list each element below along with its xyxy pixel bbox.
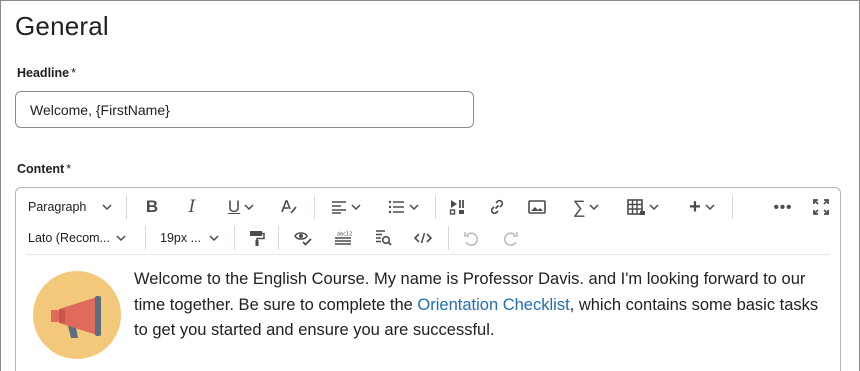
- section-title: General: [15, 11, 109, 41]
- headline-input[interactable]: [15, 91, 474, 128]
- word-count-icon: abc123: [334, 231, 352, 245]
- font-family-dropdown[interactable]: Lato (Recom...: [28, 223, 133, 253]
- clear-format-button[interactable]: [278, 192, 300, 222]
- link-icon: [489, 199, 505, 215]
- fullscreen-button[interactable]: [810, 192, 832, 222]
- font-size-value: 19px ...: [160, 231, 201, 245]
- chevron-down-icon: [116, 235, 126, 241]
- align-dropdown[interactable]: [328, 192, 364, 222]
- orientation-checklist-link[interactable]: Orientation Checklist: [417, 296, 569, 314]
- source-code-button[interactable]: [412, 223, 434, 253]
- word-count-button[interactable]: abc123: [332, 223, 354, 253]
- undo-icon: [463, 230, 480, 247]
- image-icon: [528, 200, 546, 214]
- fullscreen-icon: [813, 199, 829, 215]
- media-icon: [449, 199, 467, 215]
- underline-icon: U: [227, 197, 241, 216]
- table-icon: [627, 199, 645, 215]
- content-label-text: Content: [17, 162, 65, 176]
- find-replace-icon: [375, 230, 392, 246]
- insert-media-button[interactable]: [447, 192, 469, 222]
- toolbar-separator: [435, 195, 436, 219]
- required-mark: *: [66, 162, 72, 176]
- general-panel: General Headline* Content* Paragraph B I…: [0, 0, 860, 371]
- toolbar-separator: [126, 195, 127, 219]
- more-icon: •••: [773, 198, 793, 216]
- toolbar-separator: [278, 226, 279, 250]
- insert-stuff-dropdown[interactable]: +: [682, 192, 722, 222]
- chevron-down-icon: [649, 204, 659, 210]
- equation-icon: ∑: [572, 196, 586, 217]
- redo-icon: [502, 230, 519, 247]
- chevron-down-icon: [351, 204, 361, 210]
- insert-icon: +: [689, 195, 701, 218]
- megaphone-icon: [51, 296, 101, 338]
- headline-label-text: Headline: [17, 66, 70, 80]
- bold-icon: B: [145, 197, 159, 216]
- format-painter-button[interactable]: [246, 223, 268, 253]
- chevron-down-icon: [209, 235, 219, 241]
- more-actions-button[interactable]: •••: [772, 192, 794, 222]
- block-format-value: Paragraph: [28, 200, 87, 214]
- content-label: Content *: [17, 162, 71, 176]
- toolbar-separator: [732, 195, 733, 219]
- font-family-value: Lato (Recom...: [28, 231, 110, 245]
- toolbar-separator: [448, 226, 449, 250]
- editor-content-area[interactable]: Welcome to the English Course. My name i…: [16, 255, 840, 371]
- underline-dropdown[interactable]: U: [221, 192, 261, 222]
- rich-text-editor: Paragraph B I U ∑ + ••• Lato (Recom... 1…: [15, 187, 841, 371]
- accessibility-checker-button[interactable]: [292, 223, 314, 253]
- insert-link-button[interactable]: [486, 192, 508, 222]
- chevron-down-icon: [244, 204, 254, 210]
- align-icon: [331, 200, 347, 214]
- find-replace-button[interactable]: [372, 223, 394, 253]
- font-size-dropdown[interactable]: 19px ...: [160, 223, 222, 253]
- insert-image-button[interactable]: [526, 192, 548, 222]
- accessibility-check-icon: [294, 230, 312, 246]
- chevron-down-icon: [705, 204, 715, 210]
- chevron-down-icon: [408, 204, 419, 210]
- bold-button[interactable]: B: [140, 192, 164, 222]
- toolbar-separator: [234, 226, 235, 250]
- list-icon: [388, 200, 405, 214]
- italic-icon: I: [188, 197, 196, 217]
- required-mark: *: [71, 66, 76, 80]
- source-code-icon: [414, 232, 432, 244]
- clear-format-icon: [280, 199, 298, 215]
- equation-dropdown[interactable]: ∑: [568, 192, 604, 222]
- chevron-down-icon: [589, 204, 599, 210]
- toolbar-separator: [314, 195, 315, 219]
- headline-label: Headline *: [17, 66, 76, 80]
- format-painter-icon: [249, 230, 265, 247]
- table-dropdown[interactable]: [623, 192, 663, 222]
- toolbar-separator: [145, 226, 146, 250]
- editor-body-text: Welcome to the English Course. My name i…: [134, 267, 834, 344]
- megaphone-image: [33, 271, 121, 359]
- chevron-down-icon: [102, 204, 112, 210]
- block-format-dropdown[interactable]: Paragraph: [28, 192, 118, 222]
- list-dropdown[interactable]: [385, 192, 421, 222]
- svg-text:abc123: abc123: [337, 232, 352, 238]
- redo-button[interactable]: [499, 223, 521, 253]
- undo-button[interactable]: [460, 223, 482, 253]
- italic-button[interactable]: I: [180, 192, 204, 222]
